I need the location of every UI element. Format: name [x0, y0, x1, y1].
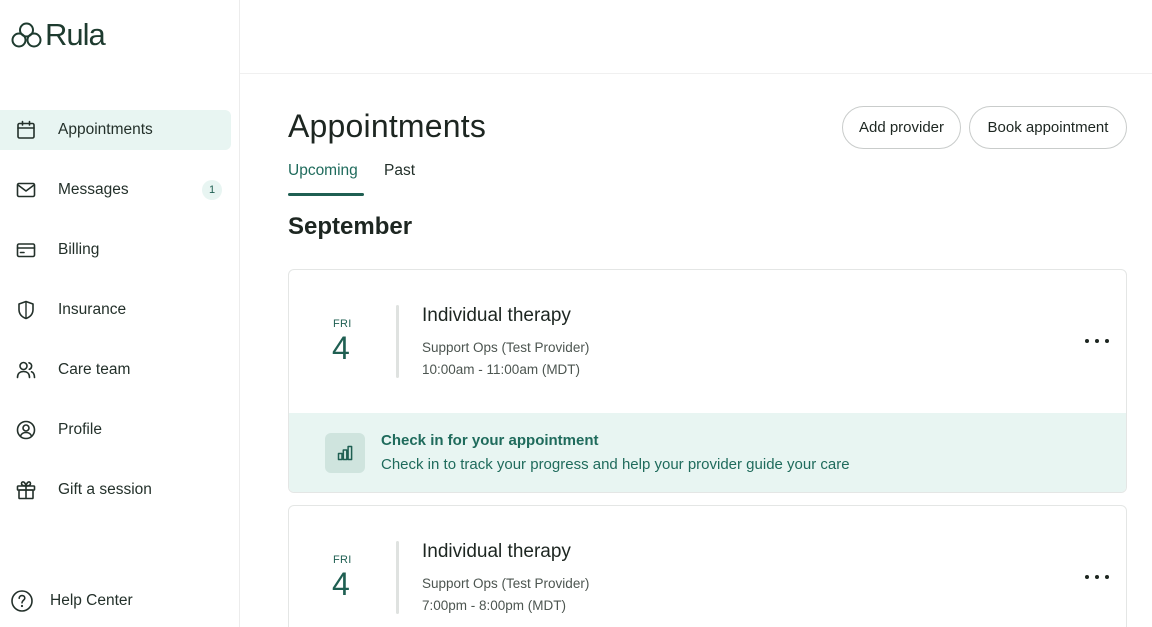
- sidebar-nav: Appointments Messages 1 Billing Insuranc…: [0, 110, 240, 530]
- sidebar: Rula Appointments Messages 1 Billing Ins…: [0, 0, 240, 627]
- help-center-label: Help Center: [50, 592, 133, 609]
- help-circle-icon: [11, 590, 33, 612]
- top-bar: [240, 0, 1152, 74]
- tab-upcoming[interactable]: Upcoming: [288, 162, 358, 180]
- sidebar-item-messages[interactable]: Messages 1: [0, 170, 231, 210]
- sidebar-item-gift-a-session[interactable]: Gift a session: [0, 470, 231, 510]
- shield-icon: [18, 300, 34, 320]
- calendar-icon: [17, 120, 35, 139]
- more-options-icon[interactable]: [1085, 332, 1109, 350]
- rula-logo[interactable]: Rula: [10, 17, 106, 52]
- appointment-card[interactable]: FRI 4 Individual therapy Support Ops (Te…: [288, 505, 1127, 627]
- appointment-time: 10:00am - 11:00am (MDT): [422, 362, 581, 377]
- appointment-date: 4: [332, 330, 350, 366]
- check-in-subtitle: Check in to track your progress and help…: [381, 456, 850, 473]
- rula-logo-text: Rula: [45, 17, 106, 52]
- gift-icon: [16, 481, 36, 500]
- tab-past[interactable]: Past: [384, 162, 415, 180]
- sidebar-item-profile[interactable]: Profile: [0, 410, 231, 450]
- sidebar-item-label: Billing: [58, 241, 100, 258]
- sidebar-item-billing[interactable]: Billing: [0, 230, 231, 270]
- sidebar-item-label: Gift a session: [58, 481, 152, 498]
- appointment-summary: FRI 4 Individual therapy Support Ops (Te…: [289, 270, 1126, 413]
- appointment-time: 7:00pm - 8:00pm (MDT): [422, 598, 567, 613]
- sidebar-item-appointments[interactable]: Appointments: [0, 110, 231, 150]
- sidebar-item-label: Messages: [58, 181, 129, 198]
- mail-icon: [16, 182, 36, 198]
- appointment-summary: FRI 4 Individual therapy Support Ops (Te…: [289, 506, 1126, 627]
- sidebar-item-insurance[interactable]: Insurance: [0, 290, 231, 330]
- check-in-banner[interactable]: Check in for your appointment Check in t…: [289, 413, 1126, 492]
- appointment-weekday: FRI: [333, 554, 352, 566]
- appointment-title: Individual therapy: [422, 541, 571, 562]
- appointment-provider: Support Ops (Test Provider): [422, 576, 590, 591]
- page-title: Appointments: [288, 108, 487, 144]
- appointment-date: 4: [332, 566, 350, 602]
- date-divider: [396, 541, 399, 614]
- check-in-title: Check in for your appointment: [381, 432, 599, 449]
- active-tab-indicator: [288, 193, 364, 196]
- sidebar-item-label: Appointments: [58, 121, 153, 138]
- sidebar-item-label: Insurance: [58, 301, 127, 318]
- appointment-weekday: FRI: [333, 318, 352, 330]
- appointment-provider: Support Ops (Test Provider): [422, 340, 590, 355]
- rula-logo-icon: [11, 22, 42, 48]
- credit-card-icon: [16, 243, 36, 258]
- user-circle-icon: [16, 420, 36, 440]
- unread-count-badge: 1: [202, 180, 222, 200]
- sidebar-item-label: Care team: [58, 361, 131, 378]
- people-icon: [16, 361, 36, 379]
- sidebar-item-label: Profile: [58, 421, 102, 438]
- month-heading: September: [288, 213, 413, 240]
- appointment-title: Individual therapy: [422, 305, 571, 326]
- sidebar-item-care-team[interactable]: Care team: [0, 350, 231, 390]
- book-appointment-button[interactable]: Book appointment: [969, 106, 1127, 149]
- more-options-icon[interactable]: [1085, 568, 1109, 586]
- appointment-card[interactable]: FRI 4 Individual therapy Support Ops (Te…: [288, 269, 1127, 493]
- bar-chart-icon: [325, 433, 365, 473]
- add-provider-button[interactable]: Add provider: [842, 106, 961, 149]
- help-center-link[interactable]: Help Center: [10, 588, 133, 614]
- date-divider: [396, 305, 399, 378]
